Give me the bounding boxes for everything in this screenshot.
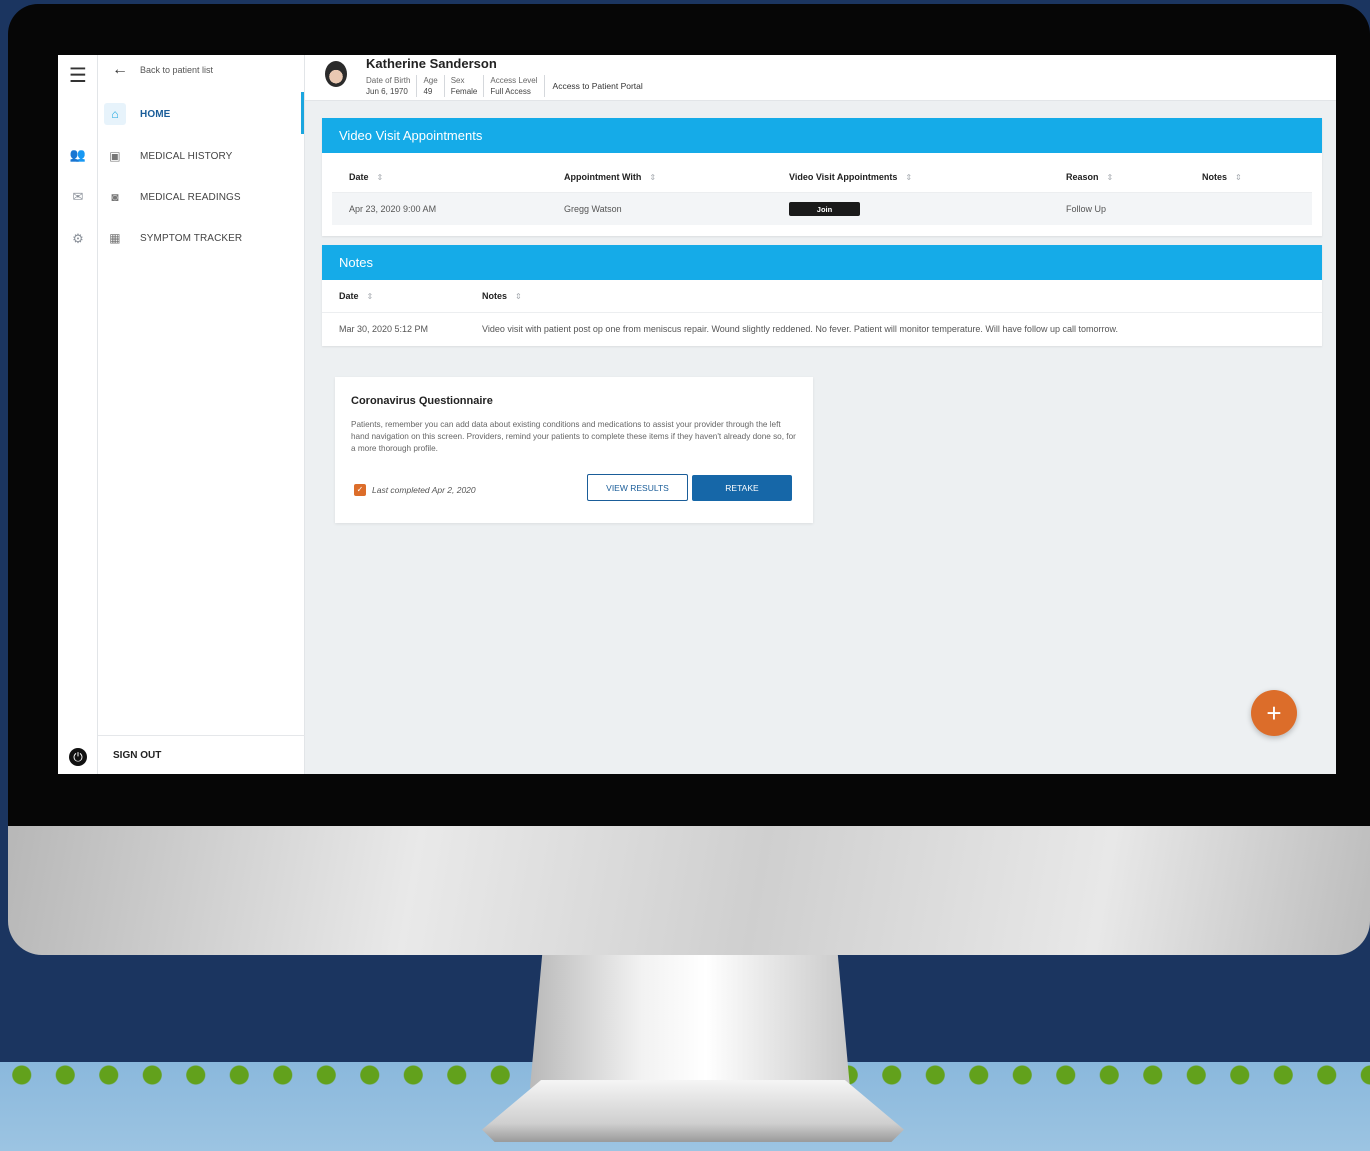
questionnaire-card: Coronavirus Questionnaire Patients, reme… — [335, 377, 813, 523]
col-video-visit[interactable]: Video Visit Appointments ⇕ — [789, 161, 912, 193]
patients-icon[interactable]: 👥 — [58, 147, 98, 163]
sex-value: Female — [450, 87, 478, 96]
monitor-stand-neck — [530, 948, 850, 1088]
sex-field: Sex Female — [443, 75, 484, 97]
questionnaire-description: Patients, remember you can add data abou… — [351, 420, 796, 453]
col-reason[interactable]: Reason ⇕ — [1066, 161, 1113, 193]
patient-name: Katherine Sanderson — [366, 56, 497, 71]
sidebar-item-medical-readings[interactable]: ◙ MEDICAL READINGS — [104, 182, 305, 212]
power-icon[interactable]: ⏻ — [69, 748, 87, 766]
col-notes[interactable]: Notes ⇕ — [1202, 161, 1242, 193]
dob-value: Jun 6, 1970 — [366, 87, 408, 96]
table-row: Mar 30, 2020 5:12 PM Video visit with pa… — [322, 312, 1322, 344]
sidebar-nav: ← Back to patient list ⌂ HOME ▣ MEDICAL … — [98, 55, 305, 774]
cell-reason: Follow Up — [1066, 204, 1107, 214]
col-notes-date[interactable]: Date ⇕ — [339, 280, 373, 312]
sort-icon: ⇕ — [515, 291, 522, 301]
col-appointment-with-label: Appointment With — [564, 172, 642, 182]
retake-button[interactable]: RETAKE — [692, 475, 792, 501]
add-fab-button[interactable]: + — [1251, 690, 1297, 736]
col-notes-text[interactable]: Notes ⇕ — [482, 280, 522, 312]
sidebar-item-label: MEDICAL READINGS — [140, 191, 241, 203]
cell-video-visit: Join — [789, 193, 860, 225]
sign-out-label: SIGN OUT — [113, 749, 162, 761]
active-indicator — [301, 92, 304, 134]
cell-note-text: Video visit with patient post op one fro… — [482, 324, 1118, 334]
appointments-title: Video Visit Appointments — [322, 118, 1322, 153]
medical-book-icon: ◙ — [111, 190, 119, 204]
col-reason-label: Reason — [1066, 172, 1099, 182]
patient-portal-link[interactable]: Access to Patient Portal — [543, 75, 649, 97]
dob-field: Date of Birth Jun 6, 1970 — [366, 75, 416, 97]
sort-icon: ⇕ — [1235, 172, 1242, 182]
icon-rail: ☰ 👥 ✉ ⚙ ⏻ — [58, 55, 98, 774]
questionnaire-title: Coronavirus Questionnaire — [351, 395, 493, 407]
sort-icon: ⇕ — [905, 172, 913, 182]
mail-icon[interactable]: ✉ — [58, 189, 98, 205]
age-label: Age — [423, 76, 438, 85]
col-date[interactable]: Date ⇕ — [349, 161, 383, 193]
dob-label: Date of Birth — [366, 76, 411, 85]
cell-date: Apr 23, 2020 9:00 AM — [349, 204, 437, 214]
col-video-visit-label: Video Visit Appointments — [789, 172, 898, 182]
clipboard-icon: ▣ — [109, 149, 121, 163]
sidebar-item-medical-history[interactable]: ▣ MEDICAL HISTORY — [104, 141, 305, 171]
monitor-stand-base — [482, 1080, 904, 1142]
col-notes-text-label: Notes — [482, 291, 508, 301]
grid-icon: ▦ — [109, 231, 121, 245]
sort-icon: ⇕ — [1106, 172, 1114, 182]
access-level-value: Full Access — [490, 87, 531, 96]
sort-icon: ⇕ — [366, 291, 374, 301]
age-value: 49 — [423, 87, 433, 96]
sort-icon: ⇕ — [376, 172, 384, 182]
access-level-field: Access Level Full Access — [483, 75, 543, 97]
patient-details: Date of Birth Jun 6, 1970 Age 49 Sex Fem… — [366, 75, 649, 97]
sort-icon: ⇕ — [649, 172, 657, 182]
col-notes-date-label: Date — [339, 291, 359, 301]
back-link-label: Back to patient list — [140, 65, 214, 75]
sign-out-button[interactable]: SIGN OUT — [98, 735, 305, 774]
sidebar-item-symptom-tracker[interactable]: ▦ SYMPTOM TRACKER — [104, 223, 305, 253]
cell-note-date: Mar 30, 2020 5:12 PM — [339, 324, 429, 334]
last-completed-text: Last completed Apr 2, 2020 — [372, 485, 476, 495]
cell-appointment-with: Gregg Watson — [564, 204, 622, 214]
clipboard-check-icon: ✓ — [354, 484, 366, 496]
hamburger-menu-icon[interactable]: ☰ — [58, 63, 98, 88]
plus-icon: + — [1266, 697, 1282, 728]
table-row: Apr 23, 2020 9:00 AM Gregg Watson Join F… — [332, 193, 1312, 225]
notes-card: Notes Date ⇕ Notes ⇕ Mar 30, 2020 5:12 PM … — [322, 245, 1322, 346]
age-field: Age 49 — [416, 75, 443, 97]
sidebar-item-home[interactable]: ⌂ HOME — [104, 99, 305, 129]
join-button[interactable]: Join — [789, 202, 860, 216]
appointments-header-row: Date ⇕ Appointment With ⇕ Video Visit Appo… — [332, 161, 1312, 193]
sidebar-item-label: HOME — [140, 108, 171, 120]
access-level-label: Access Level — [490, 76, 538, 85]
notes-header-row: Date ⇕ Notes ⇕ — [322, 280, 1322, 312]
sidebar-item-label: MEDICAL HISTORY — [140, 150, 233, 162]
view-results-button[interactable]: VIEW RESULTS — [587, 474, 688, 501]
notes-title: Notes — [322, 245, 1322, 280]
sex-label: Sex — [450, 76, 465, 85]
home-icon: ⌂ — [104, 103, 126, 125]
sidebar-item-label: SYMPTOM TRACKER — [140, 232, 243, 244]
avatar — [325, 61, 347, 87]
back-to-patient-list-link[interactable]: ← Back to patient list — [112, 61, 213, 79]
appointments-card: Video Visit Appointments Date ⇕ Appointme… — [322, 118, 1322, 236]
col-date-label: Date — [349, 172, 369, 182]
col-appointment-with[interactable]: Appointment With ⇕ — [564, 161, 656, 193]
app-screen: ☰ 👥 ✉ ⚙ ⏻ ← Back to patient list ⌂ HOME … — [58, 55, 1336, 774]
back-arrow-icon: ← — [112, 61, 128, 78]
col-notes-label: Notes — [1202, 172, 1228, 182]
monitor-chin — [8, 818, 1370, 955]
patient-header: Katherine Sanderson Date of Birth Jun 6,… — [305, 55, 1336, 101]
user-settings-icon[interactable]: ⚙ — [58, 231, 98, 247]
